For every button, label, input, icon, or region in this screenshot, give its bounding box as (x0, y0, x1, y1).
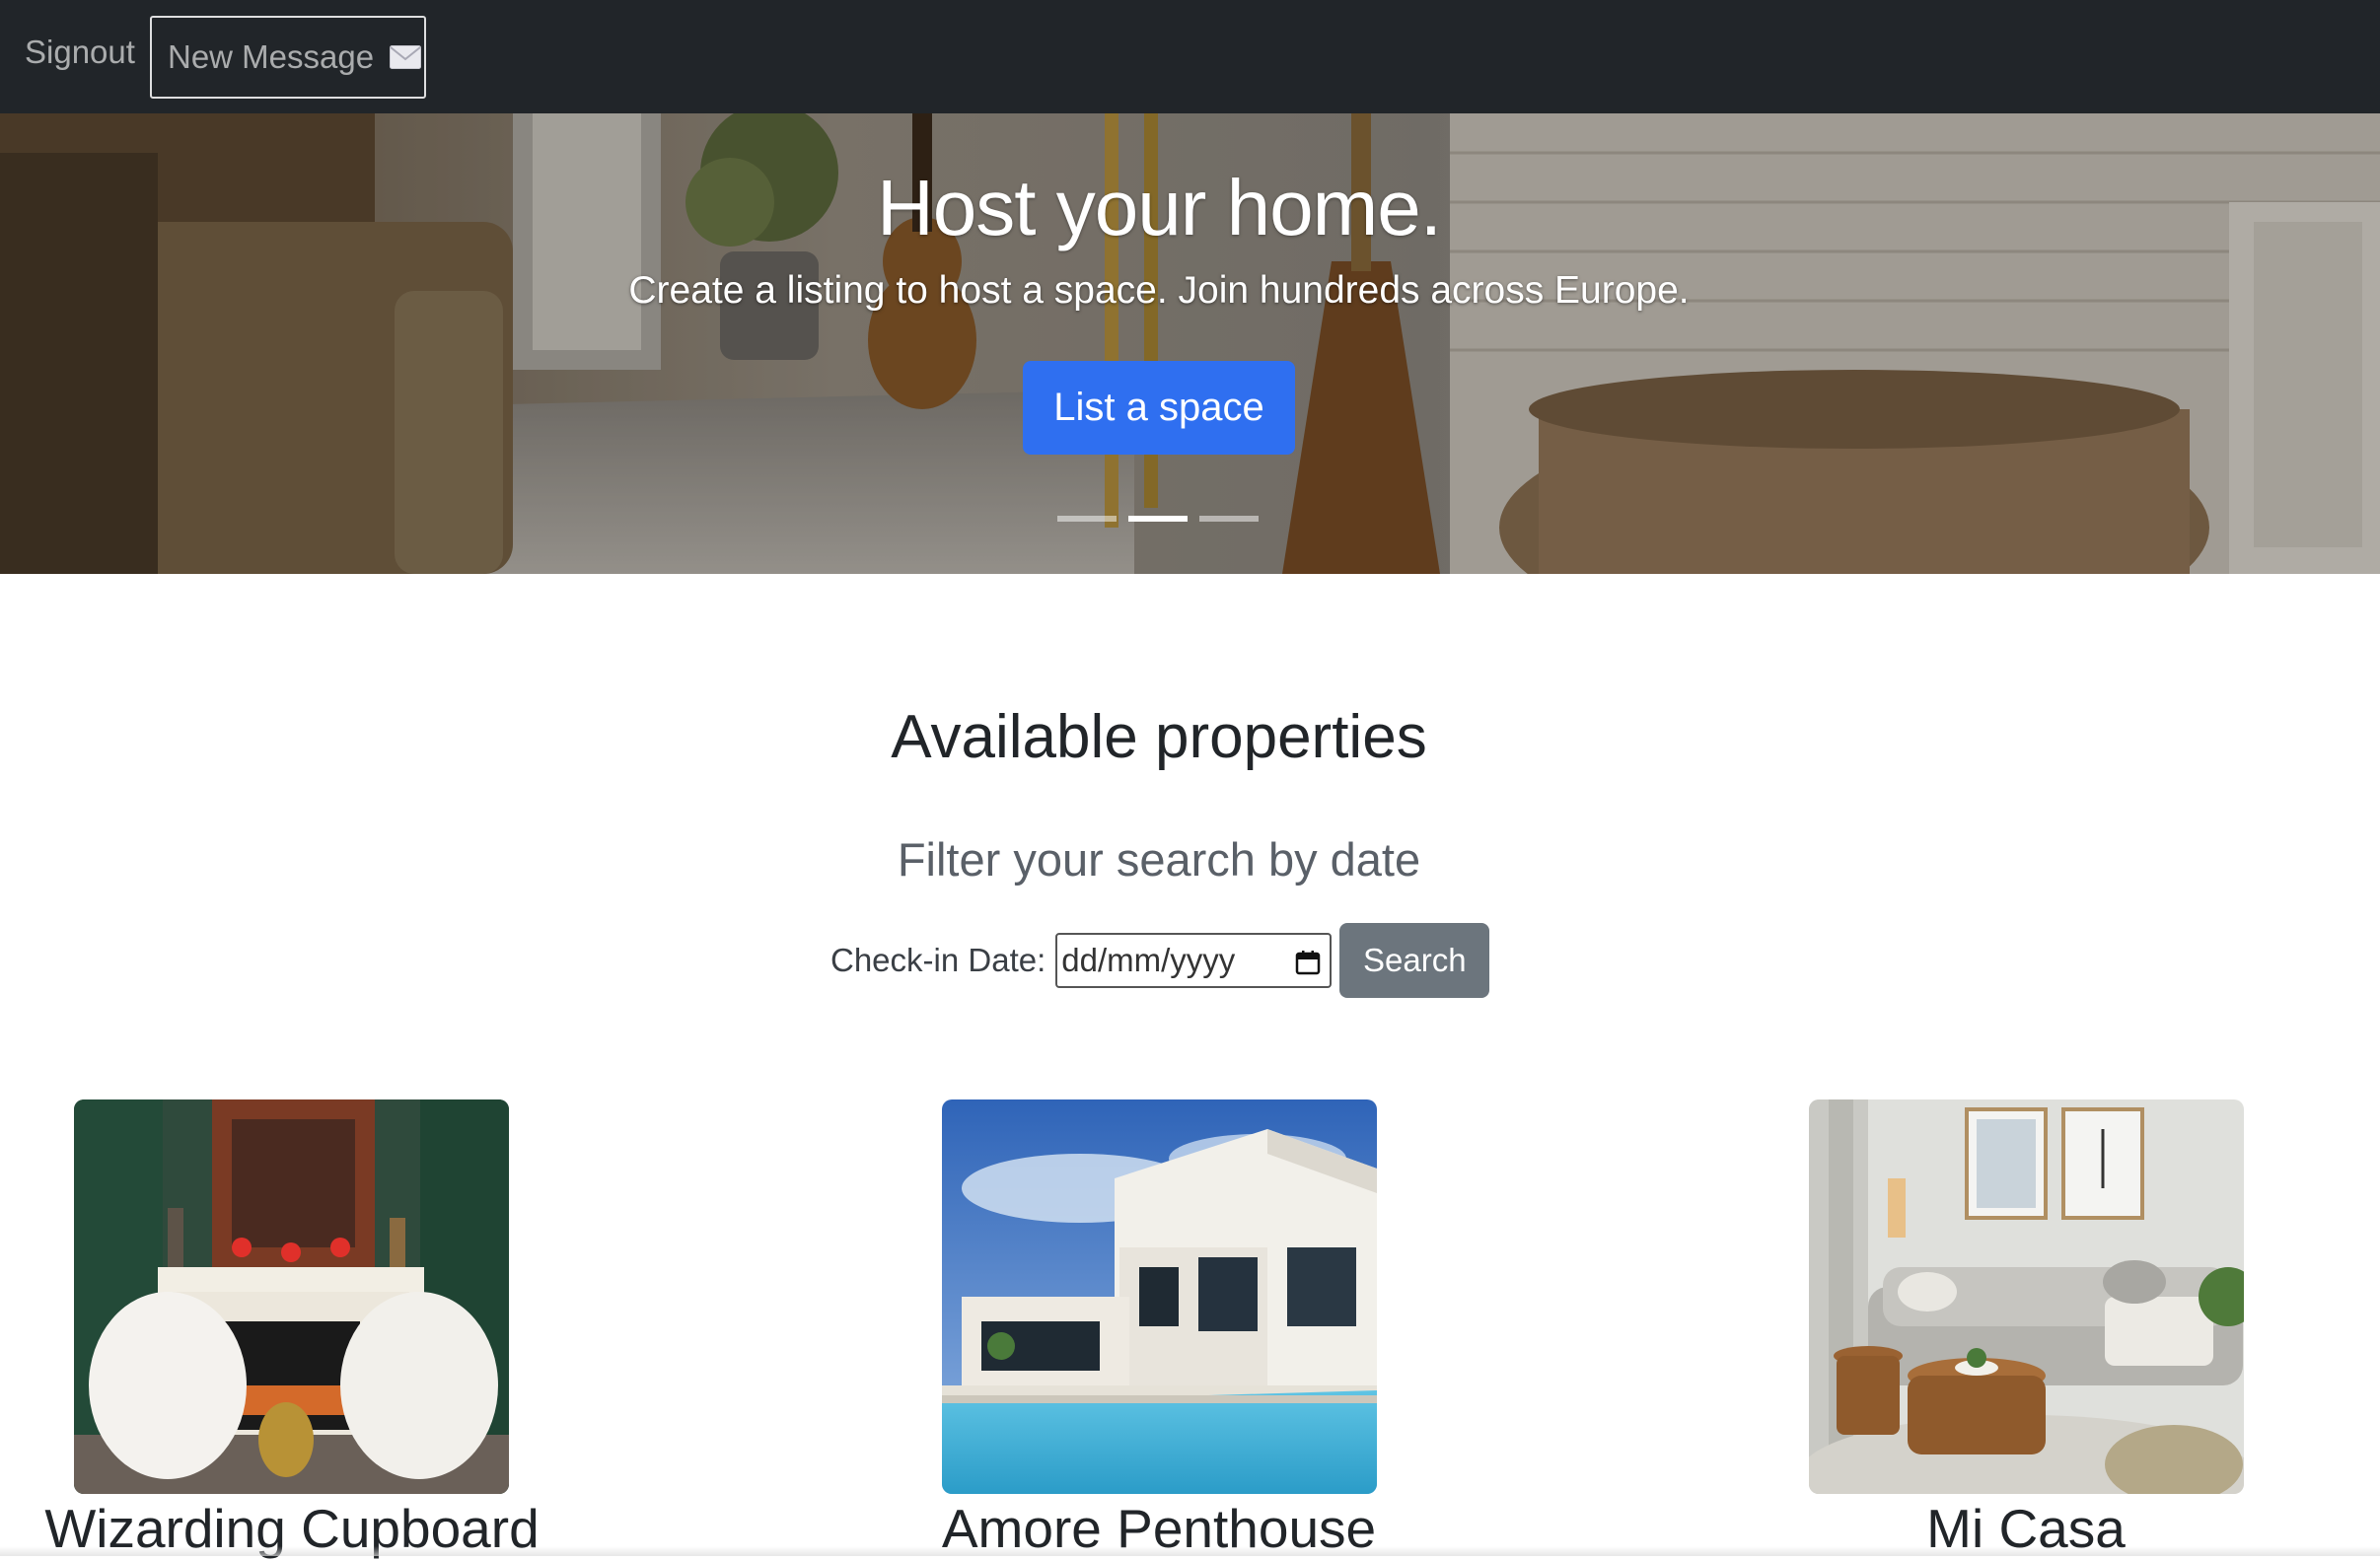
carousel-indicators (1057, 516, 1259, 522)
carousel-indicator-2[interactable] (1128, 516, 1188, 522)
signout-link[interactable]: Signout (25, 34, 135, 71)
filter-heading: Filter your search by date (897, 833, 1421, 886)
hero-title: Host your home. (877, 164, 1442, 251)
date-filter-form: Check-in Date: dd/mm/yyyy Search (830, 923, 1490, 998)
search-button[interactable]: Search (1339, 923, 1490, 998)
hero-carousel: Host your home. Create a listing to host… (0, 113, 2380, 574)
new-message-label: New Message (168, 38, 375, 75)
hero-subtitle: Create a listing to host a space. Join h… (628, 269, 1690, 312)
list-a-space-button[interactable]: List a space (1023, 361, 1295, 455)
new-message-button[interactable]: New Message (150, 16, 426, 99)
page-bottom-edge (0, 1546, 2380, 1556)
property-image-wizarding-cupboard[interactable] (74, 1099, 509, 1494)
envelope-icon (390, 45, 422, 69)
carousel-indicator-3[interactable] (1199, 516, 1259, 522)
property-image-mi-casa[interactable] (1809, 1099, 2244, 1494)
calendar-icon[interactable] (1294, 947, 1322, 975)
carousel-indicator-1[interactable] (1057, 516, 1117, 522)
date-placeholder: dd/mm/yyyy (1061, 942, 1236, 978)
top-navbar: Signout New Message (0, 0, 2380, 113)
page-heading: Available properties (891, 703, 1427, 771)
checkin-date-input[interactable]: dd/mm/yyyy (1055, 933, 1333, 988)
checkin-date-label: Check-in Date: (830, 942, 1046, 978)
property-image-amore-penthouse[interactable] (942, 1099, 1377, 1494)
